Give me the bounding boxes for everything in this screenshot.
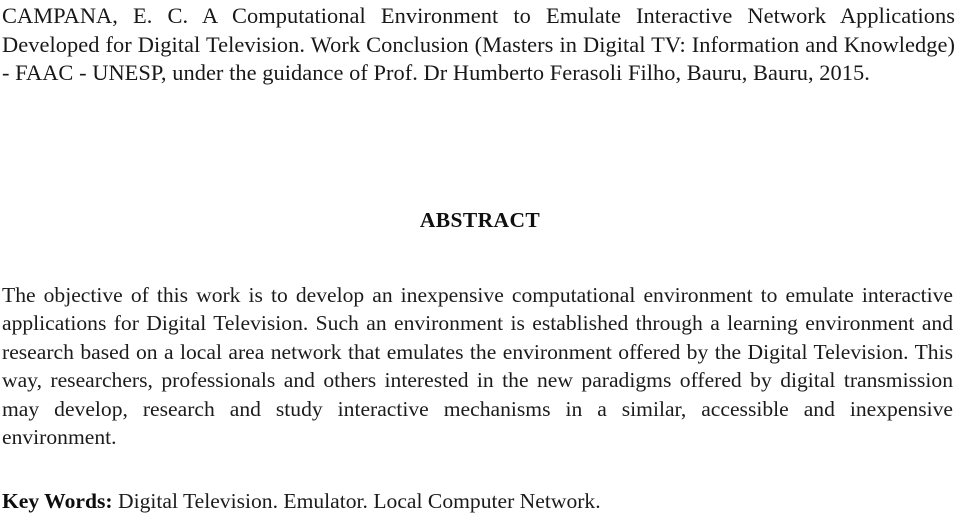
document-page: CAMPANA, E. C. A Computational Environme…: [0, 0, 960, 523]
abstract-heading: ABSTRACT: [419, 208, 541, 232]
keywords-line: Key Words: Digital Television. Emulator.…: [2, 487, 955, 515]
citation-text: CAMPANA, E. C. A Computational Environme…: [2, 3, 955, 86]
abstract-paragraph: The objective of this work is to develop…: [2, 283, 953, 450]
keywords-label: Key Words:: [2, 489, 113, 513]
abstract-body: The objective of this work is to develop…: [2, 281, 953, 451]
keywords-values: Digital Television. Emulator. Local Comp…: [112, 489, 601, 513]
citation-block: CAMPANA, E. C. A Computational Environme…: [2, 2, 955, 88]
